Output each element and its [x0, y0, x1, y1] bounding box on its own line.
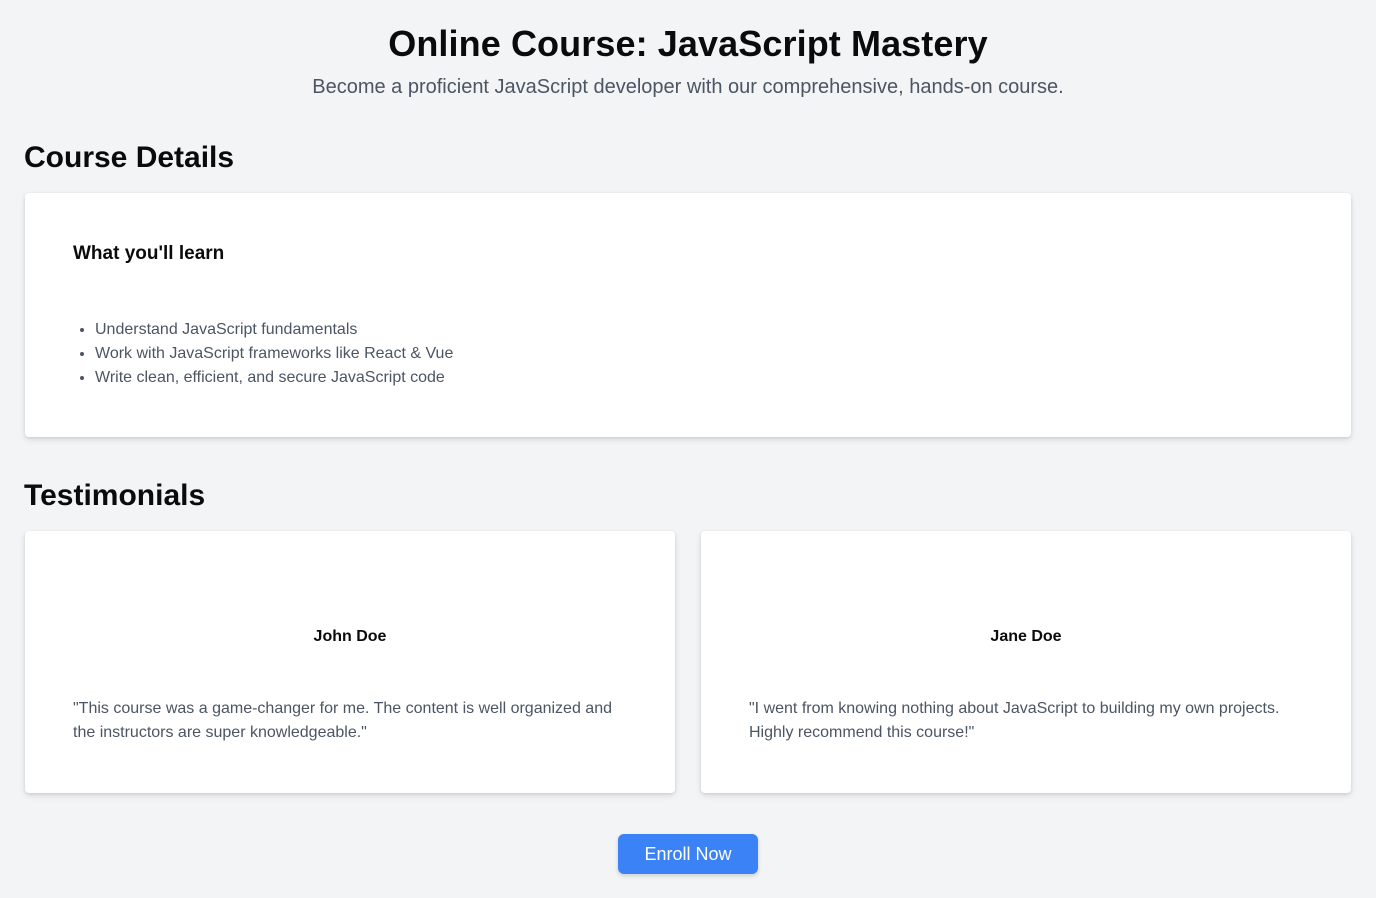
- what-youll-learn-heading: What you'll learn: [73, 243, 225, 264]
- page-header: Online Course: JavaScript Mastery Become…: [0, 22, 1376, 100]
- course-details-card: What you'll learn Understand JavaScript …: [25, 193, 1351, 437]
- testimonial-quote: "I went from knowing nothing about JavaS…: [749, 700, 1280, 741]
- testimonial-quote: "This course was a game-changer for me. …: [73, 700, 612, 741]
- testimonial-card: John Doe "This course was a game-changer…: [25, 531, 675, 793]
- course-details-heading: Course Details: [24, 141, 235, 174]
- page-subtitle: Become a proficient JavaScript developer…: [312, 76, 1064, 98]
- learning-outcome-item: Work with JavaScript frameworks like Rea…: [95, 342, 1303, 366]
- enroll-now-button[interactable]: Enroll Now: [618, 834, 758, 874]
- learning-outcomes-list: Understand JavaScript fundamentals Work …: [73, 318, 1303, 390]
- testimonial-author-name: Jane Doe: [990, 628, 1062, 645]
- testimonial-author-name: John Doe: [313, 628, 387, 645]
- learning-outcome-item: Write clean, efficient, and secure JavaS…: [95, 366, 1303, 390]
- course-page: Online Course: JavaScript Mastery Become…: [0, 0, 1376, 898]
- page-title: Online Course: JavaScript Mastery: [388, 23, 988, 64]
- testimonials-heading: Testimonials: [24, 479, 206, 512]
- testimonial-card: Jane Doe "I went from knowing nothing ab…: [701, 531, 1351, 793]
- learning-outcome-item: Understand JavaScript fundamentals: [95, 318, 1303, 342]
